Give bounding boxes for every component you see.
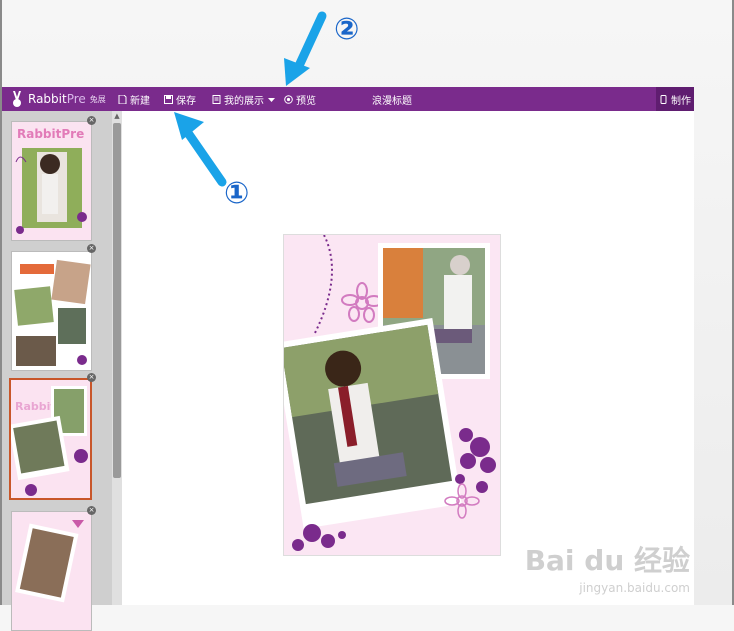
document-icon xyxy=(212,94,221,104)
editor-workspace: RabbitPre × × Rabbit × × ▲ xyxy=(2,111,694,631)
caret-down-icon xyxy=(268,97,275,102)
eye-icon xyxy=(284,94,293,104)
page-canvas[interactable] xyxy=(283,234,501,556)
my-show-label: 我的展示 xyxy=(224,95,264,107)
delete-page-2-icon[interactable]: × xyxy=(87,244,96,253)
page-thumbnail-3[interactable]: Rabbit xyxy=(9,378,92,500)
scroll-up-icon[interactable]: ▲ xyxy=(112,111,122,121)
thumbnail-2-image xyxy=(12,252,91,370)
thumbnail-1-image: RabbitPre xyxy=(12,122,91,240)
app-logo[interactable]: RabbitPre 兔展 xyxy=(10,87,106,111)
save-button-label: 保存 xyxy=(176,95,196,107)
annotation-arrow-2-icon xyxy=(284,11,327,86)
page-title[interactable]: 浪漫标题 xyxy=(372,87,412,111)
baidu-watermark: Bai du 经验 xyxy=(524,544,690,577)
new-button[interactable]: 新建 xyxy=(118,87,150,111)
save-icon xyxy=(164,94,173,104)
top-toolbar: RabbitPre 兔展 新建 保存 我的展示 预览 浪漫标题 制作 xyxy=(2,87,694,111)
thumbnail-3-title: Rabbit xyxy=(15,400,56,413)
phone-icon xyxy=(660,94,667,104)
my-show-dropdown[interactable]: 我的展示 xyxy=(212,87,276,111)
make-button-label: 制作 xyxy=(671,95,691,107)
thumbnail-4-image xyxy=(12,512,91,630)
new-button-label: 新建 xyxy=(130,95,150,107)
save-button[interactable]: 保存 xyxy=(164,87,196,111)
preview-button[interactable]: 预览 xyxy=(284,87,316,111)
delete-page-3-icon[interactable]: × xyxy=(87,373,96,382)
thumbnail-1-title: RabbitPre xyxy=(17,127,84,141)
annotation-step-2: ② xyxy=(334,12,360,47)
canvas-artwork xyxy=(284,235,500,555)
page-thumbnail-4[interactable] xyxy=(11,511,92,631)
thumbnail-3-image: Rabbit xyxy=(11,380,90,498)
logo-text: RabbitPre xyxy=(28,92,86,106)
preview-button-label: 预览 xyxy=(296,95,316,107)
baidu-watermark-url: jingyan.baidu.com xyxy=(579,581,690,595)
page-thumbnail-1[interactable]: RabbitPre xyxy=(11,121,92,241)
page-thumbnail-2[interactable] xyxy=(11,251,92,371)
annotation-step-1: ① xyxy=(224,176,250,211)
logo-subtitle: 兔展 xyxy=(89,94,106,104)
make-button[interactable]: 制作 xyxy=(656,87,694,111)
file-icon xyxy=(118,94,127,104)
page-thumbnail-sidebar: RabbitPre × × Rabbit × × ▲ xyxy=(2,111,122,631)
sidebar-scrollbar-thumb[interactable] xyxy=(113,123,121,478)
delete-page-1-icon[interactable]: × xyxy=(87,116,96,125)
rabbit-logo-icon xyxy=(13,91,21,107)
delete-page-4-icon[interactable]: × xyxy=(87,506,96,515)
